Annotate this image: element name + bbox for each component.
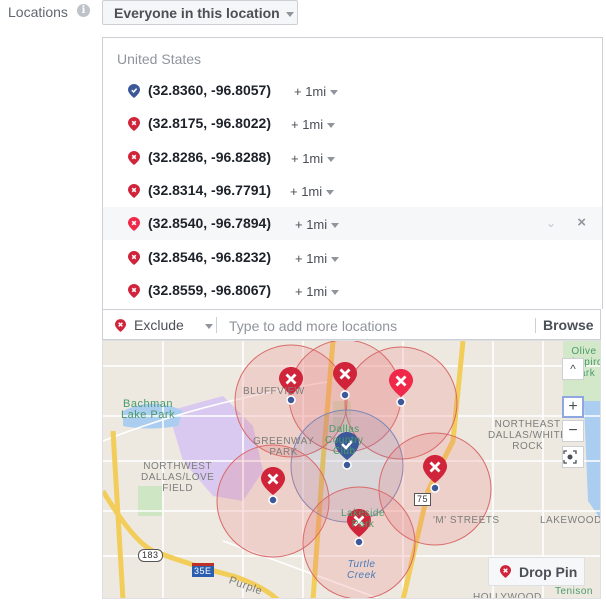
- zoom-out-button[interactable]: −: [562, 420, 584, 442]
- map-label-turtle-creek: Turtle Creek: [347, 559, 377, 581]
- exclude-pin-icon: [128, 283, 140, 298]
- exclude-pin-icon: [128, 117, 140, 132]
- caret-down-icon: [331, 289, 340, 295]
- location-row[interactable]: (32.8286, -96.8288) + 1mi: [103, 141, 602, 174]
- exclude-pin-icon: [128, 217, 140, 232]
- location-coordinates: (32.8559, -96.8067): [148, 281, 271, 298]
- radius-select[interactable]: + 1mi: [290, 183, 335, 199]
- map-label-lakeside: Lakeside Park: [341, 508, 386, 530]
- exclude-pin-icon: [115, 319, 126, 332]
- map-label-hollywood: HOLLYWOOD: [473, 592, 542, 599]
- radius-select[interactable]: + 1mi: [295, 283, 340, 299]
- caret-down-icon: [330, 90, 339, 96]
- radius-value: + 1mi: [295, 283, 328, 299]
- location-search-input[interactable]: [227, 315, 531, 337]
- map-label-bachman: Bachman Lake Park: [121, 398, 176, 421]
- collapse-map-button[interactable]: ^: [562, 358, 584, 380]
- location-coordinates: (32.8314, -96.7791): [148, 181, 271, 198]
- include-pin-icon: [128, 84, 140, 98]
- caret-down-icon: [331, 256, 340, 262]
- location-input-bar: Exclude Browse: [102, 309, 601, 340]
- radius-select[interactable]: + 1mi: [291, 150, 336, 166]
- recenter-button[interactable]: [562, 446, 584, 468]
- map-label-dallas-country-club: Dallas Country Club: [325, 424, 364, 457]
- caret-down-icon: [331, 223, 340, 229]
- divider: [535, 318, 536, 333]
- radius-value: + 1mi: [290, 183, 323, 199]
- caret-down-icon: [327, 156, 336, 162]
- caret-down-icon[interactable]: [205, 324, 213, 329]
- map[interactable]: BLUFFVIEW Bachman Lake Park GREENWAY PAR…: [102, 340, 601, 599]
- radius-select[interactable]: + 1mi: [291, 117, 336, 133]
- map-label-northeast: NORTHEAST DALLAS/WHITE ROCK: [488, 419, 568, 452]
- radius-select[interactable]: + 1mi: [295, 250, 340, 266]
- location-row[interactable]: (32.8559, -96.8067) + 1mi: [103, 274, 602, 307]
- radius-value: + 1mi: [291, 117, 324, 133]
- drop-pin-icon: [500, 565, 511, 578]
- drop-pin-button[interactable]: Drop Pin: [488, 557, 585, 586]
- location-row[interactable]: (32.8546, -96.8232) + 1mi: [103, 241, 602, 274]
- exclude-pin-icon: [128, 250, 140, 265]
- map-label-m-streets: 'M' STREETS: [433, 515, 500, 526]
- drop-pin-label: Drop Pin: [519, 564, 578, 580]
- location-coordinates: (32.8175, -96.8022): [148, 115, 271, 132]
- exclude-mode-select[interactable]: Exclude: [134, 317, 184, 333]
- caret-down-icon: [326, 189, 335, 195]
- caret-down-icon: [327, 123, 336, 129]
- location-row[interactable]: (32.8314, -96.7791) + 1mi: [103, 174, 602, 207]
- info-icon[interactable]: i: [77, 4, 90, 17]
- caret-down-icon: [285, 11, 294, 17]
- recenter-icon: [563, 450, 577, 464]
- map-label-tenison: Tenison: [555, 586, 593, 597]
- locations-label: Locations: [8, 4, 68, 20]
- highway-35e-shield: 35E: [192, 563, 214, 577]
- divider: [216, 317, 217, 333]
- exclude-pin-icon: [128, 183, 140, 198]
- audience-type-value: Everyone in this location: [114, 5, 280, 21]
- radius-select[interactable]: + 1mi: [294, 84, 339, 99]
- zoom-in-button[interactable]: +: [562, 396, 584, 418]
- audience-type-select[interactable]: Everyone in this location: [102, 0, 298, 25]
- location-coordinates: (32.8360, -96.8057): [148, 82, 271, 98]
- radius-value: + 1mi: [295, 217, 328, 233]
- radius-select[interactable]: + 1mi: [295, 217, 340, 233]
- map-label-lakewood: LAKEWOOD: [540, 515, 601, 526]
- close-icon[interactable]: ×: [577, 214, 586, 231]
- map-label-northwest: NORTHWEST DALLAS/LOVE FIELD: [141, 461, 215, 494]
- chevron-down-icon[interactable]: ⌄: [546, 216, 556, 230]
- browse-button[interactable]: Browse: [543, 317, 594, 333]
- exclude-pin-icon: [128, 150, 140, 165]
- map-label-greenway: GREENWAY PARK: [253, 436, 315, 458]
- location-coordinates: (32.8546, -96.8232): [148, 248, 271, 265]
- location-row[interactable]: (32.8360, -96.8057) + 1mi: [103, 74, 602, 107]
- location-list: United States (32.8360, -96.8057) + 1mi (3…: [102, 37, 603, 309]
- location-row[interactable]: (32.8540, -96.7894) + 1mi ⌄ ×: [103, 207, 602, 241]
- location-coordinates: (32.8540, -96.7894): [148, 215, 271, 232]
- highway-75-shield: 75: [414, 493, 432, 506]
- map-label-bluffview: BLUFFVIEW: [243, 386, 305, 397]
- country-header: United States: [117, 51, 202, 67]
- location-row[interactable]: (32.8175, -96.8022) + 1mi: [103, 107, 602, 140]
- radius-value: + 1mi: [295, 250, 328, 266]
- location-coordinates: (32.8286, -96.8288): [148, 148, 271, 165]
- highway-183-shield: 183: [138, 549, 163, 562]
- radius-value: + 1mi: [294, 84, 327, 99]
- radius-value: + 1mi: [291, 150, 324, 166]
